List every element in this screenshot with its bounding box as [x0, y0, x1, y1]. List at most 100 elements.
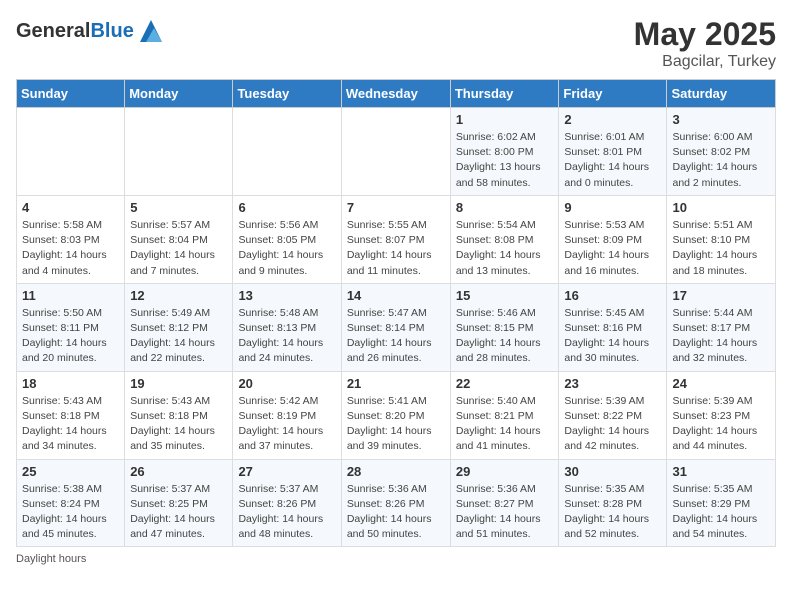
day-number: 1	[456, 112, 554, 127]
day-number: 7	[347, 200, 445, 215]
day-info: Sunrise: 5:38 AMSunset: 8:24 PMDaylight:…	[22, 482, 119, 543]
day-number: 26	[130, 464, 227, 479]
daylight-label: Daylight hours	[16, 553, 86, 565]
calendar-cell: 1Sunrise: 6:02 AMSunset: 8:00 PMDaylight…	[450, 108, 559, 196]
day-info: Sunrise: 5:43 AMSunset: 8:18 PMDaylight:…	[130, 394, 227, 455]
day-number: 12	[130, 288, 227, 303]
day-number: 27	[238, 464, 335, 479]
day-info: Sunrise: 5:36 AMSunset: 8:27 PMDaylight:…	[456, 482, 554, 543]
day-number: 29	[456, 464, 554, 479]
calendar-cell: 22 Sunrise: 5:40 AMSunset: 8:21 PMDayligh…	[450, 371, 559, 459]
day-info: Sunrise: 5:50 AMSunset: 8:11 PMDaylight:…	[22, 306, 119, 367]
calendar-cell	[341, 108, 450, 196]
calendar-cell: 12 Sunrise: 5:49 AMSunset: 8:12 PMDayligh…	[125, 283, 233, 371]
calendar-cell: 26 Sunrise: 5:37 AMSunset: 8:25 PMDayligh…	[125, 459, 233, 547]
col-header-monday: Monday	[125, 80, 233, 108]
calendar-week-5: 25 Sunrise: 5:38 AMSunset: 8:24 PMDayligh…	[17, 459, 776, 547]
day-number: 3	[672, 112, 770, 127]
calendar-week-4: 18 Sunrise: 5:43 AMSunset: 8:18 PMDayligh…	[17, 371, 776, 459]
day-number: 8	[456, 200, 554, 215]
day-info: Sunrise: 5:46 AMSunset: 8:15 PMDaylight:…	[456, 306, 554, 367]
calendar-cell	[125, 108, 233, 196]
day-number: 11	[22, 288, 119, 303]
calendar-cell: 31 Sunrise: 5:35 AMSunset: 8:29 PMDayligh…	[667, 459, 776, 547]
calendar-body: 1Sunrise: 6:02 AMSunset: 8:00 PMDaylight…	[17, 108, 776, 547]
day-info: Sunrise: 5:48 AMSunset: 8:13 PMDaylight:…	[238, 306, 335, 367]
logo-general-text: GeneralBlue	[16, 20, 134, 43]
day-number: 5	[130, 200, 227, 215]
day-info: Sunrise: 5:53 AMSunset: 8:09 PMDaylight:…	[564, 218, 661, 279]
calendar-cell: 3 Sunrise: 6:00 AMSunset: 8:02 PMDaylight…	[667, 108, 776, 196]
day-info: Sunrise: 5:42 AMSunset: 8:19 PMDaylight:…	[238, 394, 335, 455]
day-info: Sunrise: 5:57 AMSunset: 8:04 PMDaylight:…	[130, 218, 227, 279]
calendar-cell: 30 Sunrise: 5:35 AMSunset: 8:28 PMDayligh…	[559, 459, 667, 547]
calendar-cell: 15Sunrise: 5:46 AMSunset: 8:15 PMDayligh…	[450, 283, 559, 371]
day-info: Sunrise: 5:35 AMSunset: 8:29 PMDaylight:…	[672, 482, 770, 543]
day-number: 4	[22, 200, 119, 215]
col-header-wednesday: Wednesday	[341, 80, 450, 108]
day-number: 9	[564, 200, 661, 215]
day-number: 18	[22, 376, 119, 391]
calendar-header: SundayMondayTuesdayWednesdayThursdayFrid…	[17, 80, 776, 108]
page-header: GeneralBlue May 2025 Bagcilar, Turkey	[16, 16, 776, 71]
day-info: Sunrise: 5:44 AMSunset: 8:17 PMDaylight:…	[672, 306, 770, 367]
main-title: May 2025	[634, 16, 776, 53]
day-number: 13	[238, 288, 335, 303]
day-number: 10	[672, 200, 770, 215]
calendar-week-1: 1Sunrise: 6:02 AMSunset: 8:00 PMDaylight…	[17, 108, 776, 196]
day-info: Sunrise: 5:35 AMSunset: 8:28 PMDaylight:…	[564, 482, 661, 543]
calendar-cell: 8 Sunrise: 5:54 AMSunset: 8:08 PMDaylight…	[450, 195, 559, 283]
calendar-cell: 7 Sunrise: 5:55 AMSunset: 8:07 PMDaylight…	[341, 195, 450, 283]
day-number: 30	[564, 464, 661, 479]
day-number: 6	[238, 200, 335, 215]
calendar-cell: 27Sunrise: 5:37 AMSunset: 8:26 PMDayligh…	[233, 459, 341, 547]
day-info: Sunrise: 6:00 AMSunset: 8:02 PMDaylight:…	[672, 130, 770, 191]
day-number: 2	[564, 112, 661, 127]
col-header-friday: Friday	[559, 80, 667, 108]
calendar-cell: 5 Sunrise: 5:57 AMSunset: 8:04 PMDaylight…	[125, 195, 233, 283]
day-number: 19	[130, 376, 227, 391]
calendar-cell: 9 Sunrise: 5:53 AMSunset: 8:09 PMDaylight…	[559, 195, 667, 283]
day-number: 31	[672, 464, 770, 479]
day-number: 25	[22, 464, 119, 479]
day-info: Sunrise: 5:51 AMSunset: 8:10 PMDaylight:…	[672, 218, 770, 279]
day-info: Sunrise: 5:37 AMSunset: 8:25 PMDaylight:…	[130, 482, 227, 543]
logo-general-label: General	[16, 20, 90, 42]
day-number: 28	[347, 464, 445, 479]
calendar-cell: 16Sunrise: 5:45 AMSunset: 8:16 PMDayligh…	[559, 283, 667, 371]
calendar-cell: 21Sunrise: 5:41 AMSunset: 8:20 PMDayligh…	[341, 371, 450, 459]
calendar-cell: 10 Sunrise: 5:51 AMSunset: 8:10 PMDayligh…	[667, 195, 776, 283]
calendar-cell: 6 Sunrise: 5:56 AMSunset: 8:05 PMDaylight…	[233, 195, 341, 283]
day-info: Sunrise: 5:55 AMSunset: 8:07 PMDaylight:…	[347, 218, 445, 279]
calendar-table: SundayMondayTuesdayWednesdayThursdayFrid…	[16, 79, 776, 547]
header-row: SundayMondayTuesdayWednesdayThursdayFrid…	[17, 80, 776, 108]
day-info: Sunrise: 5:41 AMSunset: 8:20 PMDaylight:…	[347, 394, 445, 455]
day-info: Sunrise: 5:47 AMSunset: 8:14 PMDaylight:…	[347, 306, 445, 367]
col-header-saturday: Saturday	[667, 80, 776, 108]
day-number: 17	[672, 288, 770, 303]
day-info: Sunrise: 5:58 AMSunset: 8:03 PMDaylight:…	[22, 218, 119, 279]
calendar-cell: 14Sunrise: 5:47 AMSunset: 8:14 PMDayligh…	[341, 283, 450, 371]
day-number: 20	[238, 376, 335, 391]
calendar-cell: 19 Sunrise: 5:43 AMSunset: 8:18 PMDayligh…	[125, 371, 233, 459]
day-number: 16	[564, 288, 661, 303]
day-info: Sunrise: 5:56 AMSunset: 8:05 PMDaylight:…	[238, 218, 335, 279]
calendar-cell: 2 Sunrise: 6:01 AMSunset: 8:01 PMDaylight…	[559, 108, 667, 196]
footer: Daylight hours	[16, 553, 776, 565]
day-info: Sunrise: 5:54 AMSunset: 8:08 PMDaylight:…	[456, 218, 554, 279]
calendar-cell: 29 Sunrise: 5:36 AMSunset: 8:27 PMDayligh…	[450, 459, 559, 547]
calendar-cell	[17, 108, 125, 196]
day-info: Sunrise: 6:01 AMSunset: 8:01 PMDaylight:…	[564, 130, 661, 191]
day-info: Sunrise: 5:39 AMSunset: 8:22 PMDaylight:…	[564, 394, 661, 455]
day-info: Sunrise: 5:39 AMSunset: 8:23 PMDaylight:…	[672, 394, 770, 455]
day-info: Sunrise: 5:40 AMSunset: 8:21 PMDaylight:…	[456, 394, 554, 455]
calendar-cell: 28Sunrise: 5:36 AMSunset: 8:26 PMDayligh…	[341, 459, 450, 547]
day-number: 24	[672, 376, 770, 391]
day-number: 22	[456, 376, 554, 391]
calendar-cell: 13 Sunrise: 5:48 AMSunset: 8:13 PMDayligh…	[233, 283, 341, 371]
calendar-cell: 4 Sunrise: 5:58 AMSunset: 8:03 PMDaylight…	[17, 195, 125, 283]
sub-title: Bagcilar, Turkey	[634, 53, 776, 71]
col-header-tuesday: Tuesday	[233, 80, 341, 108]
col-header-sunday: Sunday	[17, 80, 125, 108]
day-info: Sunrise: 5:49 AMSunset: 8:12 PMDaylight:…	[130, 306, 227, 367]
